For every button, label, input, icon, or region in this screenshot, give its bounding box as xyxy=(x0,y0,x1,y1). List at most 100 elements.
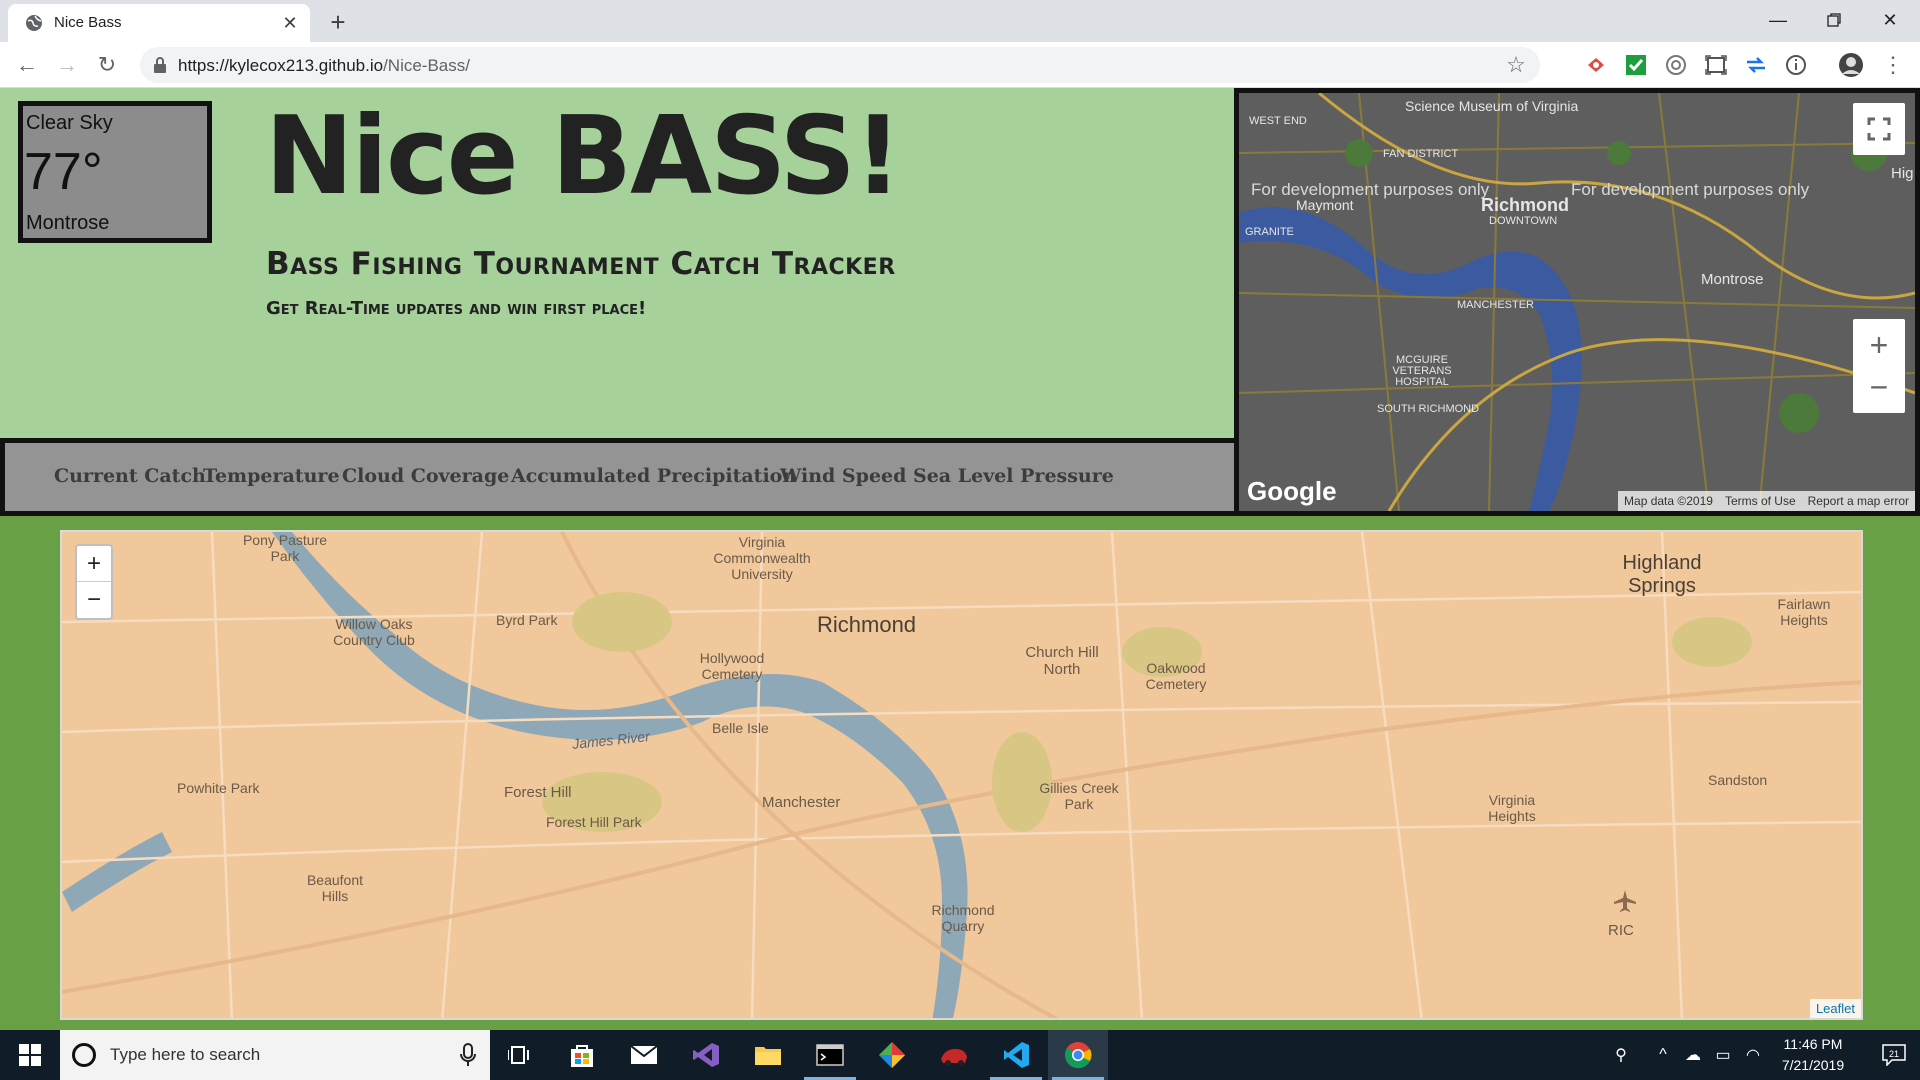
leaflet-map[interactable]: Richmond Pony Pasture Park Virginia Comm… xyxy=(60,530,1863,1020)
close-tab-icon[interactable]: ✕ xyxy=(280,13,300,33)
gmap-label-richmond: Richmond xyxy=(1481,195,1569,215)
restore-icon[interactable] xyxy=(1806,0,1862,40)
leaflet-zoom-control: + − xyxy=(75,544,113,620)
lock-icon xyxy=(154,57,166,73)
data-nav-bar: Current Catch Temperature Cloud Coverage… xyxy=(0,438,1234,516)
page-tagline: Get Real-Time updates and win first plac… xyxy=(266,298,647,319)
extension-circle-icon[interactable] xyxy=(1664,53,1688,77)
lmap-label-oakwood: Oakwood Cemetery xyxy=(1145,660,1207,692)
gmap-terms-link[interactable]: Terms of Use xyxy=(1719,491,1802,511)
page-subtitle: Bass Fishing Tournament Catch Tracker xyxy=(266,246,896,282)
google-map-canvas[interactable]: Science Museum of Virginia WEST END FAN … xyxy=(1239,93,1915,511)
store-icon[interactable] xyxy=(552,1030,612,1080)
clock-time[interactable]: 11:46 PM xyxy=(1768,1036,1858,1052)
browser-toolbar: ← → ↻ https://kylecox213.github.io/Nice-… xyxy=(0,42,1920,88)
gmap-label-manchester: MANCHESTER xyxy=(1457,299,1535,311)
lmap-label-richmond-quarry: Richmond Quarry xyxy=(931,902,995,934)
lmap-label-forest-hill: Forest Hill xyxy=(504,784,572,801)
visual-studio-icon[interactable] xyxy=(676,1030,736,1080)
gmap-dev-watermark-1: For development purposes only xyxy=(1251,180,1490,199)
nav-wind-speed[interactable]: Wind Speed xyxy=(780,465,906,487)
minimize-icon[interactable]: — xyxy=(1750,0,1806,40)
cortana-icon xyxy=(72,1043,96,1067)
fullscreen-icon[interactable] xyxy=(1853,103,1905,155)
file-explorer-icon[interactable] xyxy=(738,1030,798,1080)
google-map-roads xyxy=(1239,93,1915,511)
url-text: https://kylecox213.github.io/Nice-Bass/ xyxy=(178,56,470,75)
globe-icon xyxy=(26,15,42,31)
forward-icon[interactable]: → xyxy=(52,50,82,80)
clock-date[interactable]: 7/21/2019 xyxy=(1768,1057,1858,1073)
reload-icon[interactable]: ↻ xyxy=(92,50,122,80)
lmap-label-church-hill: Church Hill North xyxy=(1025,644,1099,678)
lmap-label-manchester: Manchester xyxy=(762,794,841,811)
extension-check-icon[interactable] xyxy=(1624,53,1648,77)
gmap-report-link[interactable]: Report a map error xyxy=(1802,491,1915,511)
lmap-zoom-in-icon[interactable]: + xyxy=(77,546,111,582)
gmap-label-south-richmond: SOUTH RICHMOND xyxy=(1377,403,1480,415)
lmap-label-byrd-park: Byrd Park xyxy=(496,612,558,628)
gmap-zoom-out-icon[interactable]: − xyxy=(1853,361,1905,413)
mail-icon[interactable] xyxy=(614,1030,674,1080)
taskbar-search-placeholder: Type here to search xyxy=(110,1045,261,1064)
close-window-icon[interactable]: ✕ xyxy=(1862,0,1918,40)
lmap-label-gillies: Gillies Creek Park xyxy=(1039,780,1119,812)
profile-avatar-icon[interactable] xyxy=(1838,52,1864,78)
chrome-icon[interactable] xyxy=(1048,1030,1108,1080)
extension-capture-icon[interactable] xyxy=(1704,53,1728,77)
onedrive-icon[interactable]: ☁ xyxy=(1682,1045,1704,1065)
address-bar[interactable]: https://kylecox213.github.io/Nice-Bass/ … xyxy=(140,47,1540,83)
terminal-icon[interactable] xyxy=(800,1030,860,1080)
lmap-label-willow-oaks: Willow Oaks Country Club xyxy=(333,616,415,648)
battery-icon[interactable]: ▭ xyxy=(1712,1045,1734,1065)
vscode-icon[interactable] xyxy=(986,1030,1046,1080)
lmap-label-ric: RIC xyxy=(1608,922,1634,939)
weather-widget: Clear Sky 77° Montrose xyxy=(18,101,212,243)
header-banner: Clear Sky 77° Montrose Nice BASS! Bass F… xyxy=(0,88,1234,438)
nav-accumulated-precipitation[interactable]: Accumulated Precipitation xyxy=(511,465,796,487)
taskbar-search[interactable]: Type here to search xyxy=(60,1030,490,1080)
task-view-icon[interactable] xyxy=(490,1030,550,1080)
google-logo: Google xyxy=(1247,476,1337,506)
leaflet-attribution[interactable]: Leaflet xyxy=(1809,999,1861,1018)
browser-tab[interactable]: Nice Bass ✕ xyxy=(8,4,310,42)
gmap-label-west-end: WEST END xyxy=(1249,115,1307,127)
page-content: Clear Sky 77° Montrose Nice BASS! Bass F… xyxy=(0,88,1920,1030)
nav-temperature[interactable]: Temperature xyxy=(203,465,340,487)
windows-start-icon[interactable] xyxy=(0,1030,60,1080)
nav-cloud-coverage[interactable]: Cloud Coverage xyxy=(342,465,509,487)
extension-info-icon[interactable] xyxy=(1784,53,1808,77)
microphone-icon[interactable] xyxy=(458,1043,478,1067)
lmap-zoom-out-icon[interactable]: − xyxy=(77,582,111,618)
gmap-label-mcguire: MCGUIRE VETERANS HOSPITAL xyxy=(1392,354,1452,388)
weather-temperature: 77° xyxy=(24,143,103,201)
gmap-label-fan-district: FAN DISTRICT xyxy=(1383,148,1459,160)
lmap-label-virginia-heights: Virginia Heights xyxy=(1488,792,1536,824)
bookmark-star-icon[interactable]: ☆ xyxy=(1504,52,1528,77)
page-title: Nice BASS! xyxy=(265,94,902,219)
weather-location: Montrose xyxy=(26,212,110,234)
gmap-footer: Map data ©2019 Terms of Use Report a map… xyxy=(1618,491,1915,511)
lmap-label-fairlawn: Fairlawn Heights xyxy=(1777,596,1831,628)
wifi-icon[interactable]: ◠ xyxy=(1742,1045,1764,1065)
red-app-icon[interactable] xyxy=(924,1030,984,1080)
extension-arrows-icon[interactable] xyxy=(1744,53,1768,77)
nav-sea-level-pressure[interactable]: Sea Level Pressure xyxy=(913,465,1114,487)
lmap-label-richmond: Richmond xyxy=(817,612,917,637)
notifications-icon[interactable]: 21 xyxy=(1882,1044,1906,1066)
git-kraken-icon[interactable] xyxy=(862,1030,922,1080)
show-hidden-icons-icon[interactable]: ^ xyxy=(1652,1045,1674,1065)
gmap-map-data: Map data ©2019 xyxy=(1624,494,1713,508)
lmap-label-pony-pasture: Pony Pasture Park xyxy=(242,532,328,564)
lmap-label-hollywood-cemetery: Hollywood Cemetery xyxy=(699,650,765,682)
gmap-label-museum: Science Museum of Virginia xyxy=(1405,98,1579,114)
people-icon[interactable]: ⚲ xyxy=(1610,1045,1632,1065)
lmap-label-forest-hill-park: Forest Hill Park xyxy=(546,814,642,830)
back-icon[interactable]: ← xyxy=(12,50,42,80)
menu-dots-icon[interactable]: ⋮ xyxy=(1878,50,1908,80)
new-tab-icon[interactable]: + xyxy=(324,7,352,37)
leaflet-map-tiles xyxy=(62,532,1861,1018)
nav-current-catch[interactable]: Current Catch xyxy=(54,465,206,487)
extension-red-icon[interactable] xyxy=(1584,53,1608,77)
airport-icon xyxy=(1614,890,1636,912)
